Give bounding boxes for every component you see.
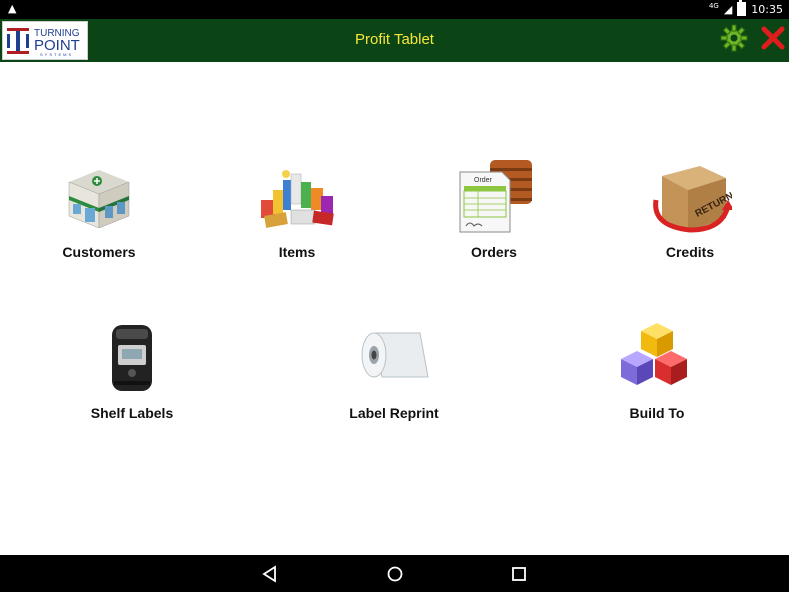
items-button[interactable]: Items: [212, 160, 382, 260]
cubes-icon: [621, 323, 687, 385]
status-bar: ▲ 4G ◢ 10:35: [0, 0, 789, 19]
recents-icon[interactable]: [509, 564, 529, 584]
customers-button[interactable]: Customers: [14, 160, 184, 260]
customers-label: Customers: [62, 244, 136, 260]
signal-icon: ◢: [723, 2, 733, 16]
shelf-labels-label: Shelf Labels: [90, 405, 174, 421]
store-building-icon: [68, 170, 130, 229]
system-nav-bar: [0, 555, 789, 592]
order-form-icon: Order: [459, 160, 532, 233]
gear-icon[interactable]: [720, 24, 748, 52]
return-box-icon: RETURN: [653, 166, 732, 233]
grocery-products-icon: [261, 170, 334, 228]
build-to-button[interactable]: Build To: [572, 321, 742, 421]
home-icon[interactable]: [385, 564, 405, 584]
orders-label: Orders: [471, 244, 517, 260]
credits-button[interactable]: RETURN Credits: [605, 160, 775, 260]
app-header: TURNING POINT SYSTEMS Profit Tablet: [0, 19, 789, 62]
network-indicator: 4G: [708, 2, 719, 10]
credits-label: Credits: [665, 244, 715, 260]
items-label: Items: [278, 244, 316, 260]
orders-button[interactable]: Order Orders: [409, 160, 579, 260]
back-icon[interactable]: [260, 564, 280, 584]
page-title: Profit Tablet: [355, 31, 434, 48]
clock: 10:35: [751, 2, 783, 16]
label-reprint-button[interactable]: Label Reprint: [309, 321, 479, 421]
svg-text:Order: Order: [474, 177, 493, 184]
label-roll-icon: [361, 332, 429, 378]
label-reprint-label: Label Reprint: [349, 405, 439, 421]
battery-icon: [737, 0, 747, 16]
logo-line3: SYSTEMS: [40, 52, 73, 57]
close-icon[interactable]: [759, 24, 787, 52]
warning-icon: ▲: [8, 2, 17, 15]
build-to-label: Build To: [629, 405, 685, 421]
shelf-labels-button[interactable]: Shelf Labels: [47, 321, 217, 421]
label-printer-icon: [112, 325, 152, 391]
